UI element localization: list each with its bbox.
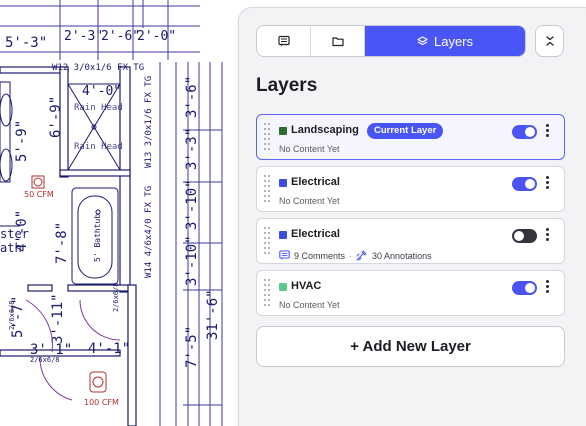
dimension-label: 2'-0" [137,29,176,44]
comment-icon [279,250,290,260]
add-layer-button[interactable]: + Add New Layer [256,326,565,367]
more-options-icon[interactable] [544,280,550,294]
layer-card[interactable]: HVAC No Content Yet [256,270,565,316]
layer-name: HVAC [291,280,322,292]
comment-count: 9 Comments [294,250,346,261]
dimension-label: 7'-5" [184,326,200,368]
dimension-label: 6'-9" [48,96,64,138]
layers-panel: Layers Layers Landscaping Current Layer … [238,7,586,426]
layer-stats: 9 Comments · 30 Annotations [279,250,432,261]
dimension-label: 3'-6" [184,76,200,118]
door-label: 2/6x6/8 [8,300,16,330]
more-options-icon[interactable] [544,228,550,242]
page-title: Layers [256,75,318,96]
visibility-toggle[interactable] [512,125,537,139]
dimension-label: 2'-6" [101,29,140,44]
layer-name: Electrical [291,228,340,240]
layer-status: No Content Yet [279,196,340,206]
layer-name: Electrical [291,176,340,188]
drag-handle-icon[interactable] [264,123,272,153]
layers-icon [417,35,428,45]
dimension-label: 3'-10" [184,179,200,230]
layer-status: No Content Yet [279,300,340,310]
layer-color-swatch [279,283,287,291]
window-label: W14 4/6x4/0 FX TG [144,186,154,278]
fixture-label: Rain Head [74,103,123,113]
collapse-icon [545,36,554,46]
dimension-label: 4'-0" [82,84,121,99]
fixture-label: Rain Head [74,142,123,152]
room-label: ath [0,241,22,255]
layer-card[interactable]: Electrical No Content Yet [256,166,565,212]
layer-card[interactable]: Landscaping Current Layer No Content Yet [256,114,565,160]
layer-status: No Content Yet [279,144,340,154]
current-layer-badge: Current Layer [367,123,444,139]
dimension-label: 5'-3" [5,35,47,51]
dimension-label: 3'-3" [184,128,200,170]
layer-color-swatch [279,231,287,239]
visibility-toggle[interactable] [512,281,537,295]
layer-card[interactable]: Electrical 9 Comments · 30 Annotations [256,218,565,264]
door-label: 2/6x6/8 [30,356,60,364]
drag-handle-icon[interactable] [264,227,272,257]
comments-tab[interactable] [257,26,311,56]
door-label: 2/6x6/8 [112,282,120,312]
layer-name: Landscaping [291,124,359,136]
more-options-icon[interactable] [544,176,550,190]
fan-label: 100 CFM [84,398,119,407]
dimension-label: 7'-8" [54,222,70,264]
fixture-label: 5' Bathtub [93,214,102,262]
files-tab[interactable] [311,26,365,56]
folder-icon [331,36,344,46]
visibility-toggle[interactable] [512,229,537,243]
dimension-label: 2'-3" [64,29,103,44]
annotation-icon [356,250,367,261]
collapse-button[interactable] [535,25,564,57]
more-options-icon[interactable] [544,124,550,138]
layers-tab-label: Layers [433,33,474,49]
drag-handle-icon[interactable] [264,279,272,309]
comment-icon [277,35,290,47]
layer-color-swatch [279,127,287,135]
window-label: W12 3/0x1/6 FX TG [52,63,144,73]
layers-tab[interactable]: Layers [365,26,525,56]
dimension-label: 3'-10" [184,235,200,286]
drag-handle-icon[interactable] [264,175,272,205]
window-label: W13 3/0x1/6 FX TG [144,76,154,168]
visibility-toggle[interactable] [512,177,537,191]
view-switcher: Layers [256,25,526,57]
layer-color-swatch [279,179,287,187]
fan-label: 50 CFM [24,190,54,199]
dimension-label: 3'-11" [50,293,66,344]
separator: · [349,250,353,261]
room-label: ster [0,227,29,241]
dimension-label: 5'-9" [14,120,30,162]
dimension-label: 31'-6" [205,289,221,340]
annotation-count: 30 Annotations [372,250,432,261]
dimension-label: 4'-1" [88,341,130,357]
